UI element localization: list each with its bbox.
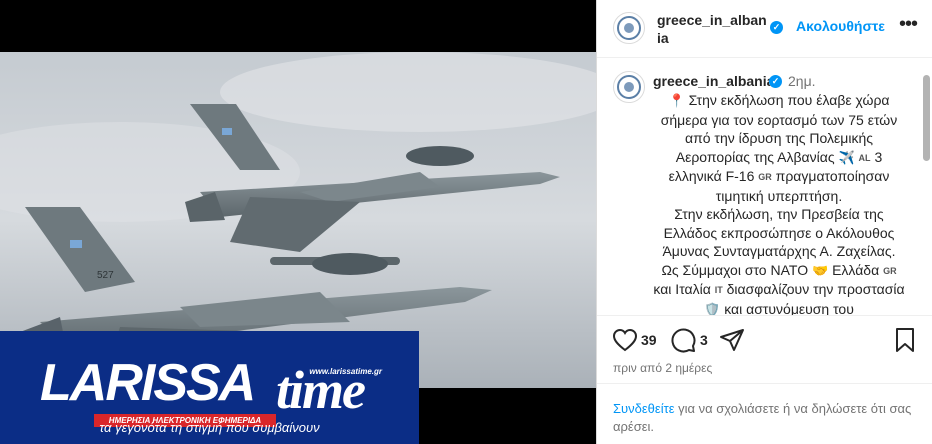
post-timestamp[interactable]: πριν από 2 ημέρες bbox=[613, 361, 712, 375]
caption-line: και αστυνόμευση του bbox=[724, 300, 854, 316]
shield-icon: 🛡️ bbox=[704, 301, 721, 316]
jet-tail-number: 527 bbox=[97, 270, 114, 281]
handshake-icon: 🤝 bbox=[811, 262, 829, 278]
caption-line: Ελλάδα bbox=[832, 261, 880, 278]
comments-count: 3 bbox=[700, 332, 708, 348]
avatar[interactable] bbox=[613, 12, 645, 44]
verified-badge-icon: ✓ bbox=[770, 21, 783, 34]
caption-line: διασφαλίζουν την προστασία bbox=[726, 281, 905, 297]
larissatime-logo: www.larissatime.gr LARISSA time ΗΜΕΡΗΣΙΑ… bbox=[14, 345, 404, 429]
caption-username[interactable]: greece_in_albania bbox=[653, 73, 774, 89]
caption-line: Ως Σύμμαχοι στο ΝΑΤΟ bbox=[661, 261, 809, 278]
post-header: greece_in_albania ✓ Ακολουθήστε ••• bbox=[597, 0, 932, 58]
flag-albania-icon: AL bbox=[858, 152, 871, 163]
flag-italy-icon: IT bbox=[714, 285, 723, 295]
comment-icon[interactable] bbox=[669, 326, 697, 354]
caption-line: και Ιταλία bbox=[653, 281, 711, 297]
caption-text: 📍 Στην εκδήλωση που έλαβε χώρα σήμερα γι… bbox=[653, 91, 905, 316]
post-media: 527 www.larissatime.gr LARISSA time ΗΜΕΡ… bbox=[0, 0, 596, 444]
instagram-post-viewer: 527 www.larissatime.gr LARISSA time ΗΜΕΡ… bbox=[0, 0, 932, 444]
bookmark-icon[interactable] bbox=[891, 326, 919, 354]
caption-avatar[interactable] bbox=[613, 71, 645, 103]
embassy-seal-icon bbox=[617, 16, 641, 40]
share-icon[interactable] bbox=[718, 326, 746, 354]
heart-icon[interactable] bbox=[611, 326, 639, 354]
post-side-panel: greece_in_albania ✓ Ακολουθήστε ••• gree… bbox=[596, 0, 932, 444]
caption-scrollbar[interactable] bbox=[923, 75, 930, 161]
airplane-icon: ✈️ bbox=[838, 149, 855, 165]
larissatime-watermark: www.larissatime.gr LARISSA time ΗΜΕΡΗΣΙΑ… bbox=[0, 331, 419, 444]
likes-count: 39 bbox=[641, 332, 657, 348]
caption-scroll-area[interactable]: greece_in_albania ✓ 2ημ. 📍 Στην εκδήλωση… bbox=[597, 59, 932, 316]
header-username[interactable]: greece_in_albania bbox=[657, 11, 767, 47]
brand-tagline: τα γεγονότα τη στιγμή που συμβαίνουν bbox=[99, 420, 320, 435]
flag-greece-icon: GR bbox=[758, 172, 772, 182]
login-prompt: Συνδεθείτε για να σχολιάσετε ή να δηλώσε… bbox=[597, 383, 932, 444]
follow-button[interactable]: Ακολουθήστε bbox=[796, 18, 885, 34]
verified-badge-icon: ✓ bbox=[769, 75, 782, 88]
caption-time[interactable]: 2ημ. bbox=[788, 73, 816, 89]
flag-greece-icon: GR bbox=[883, 265, 897, 276]
caption-line: Στην εκδήλωση, την Πρεσβεία της Ελλάδος … bbox=[662, 206, 896, 259]
login-prompt-text: Συνδεθείτε για να σχολιάσετε ή να δηλώσε… bbox=[613, 400, 913, 436]
brand-name-larissa: LARISSA bbox=[40, 354, 256, 412]
embassy-seal-icon bbox=[617, 75, 641, 99]
pin-icon: 📍 bbox=[668, 93, 685, 108]
more-options-icon[interactable]: ••• bbox=[899, 14, 918, 34]
login-link[interactable]: Συνδεθείτε bbox=[613, 401, 675, 416]
action-bar: 39 3 bbox=[597, 326, 932, 356]
brand-name-time: time bbox=[276, 360, 366, 420]
